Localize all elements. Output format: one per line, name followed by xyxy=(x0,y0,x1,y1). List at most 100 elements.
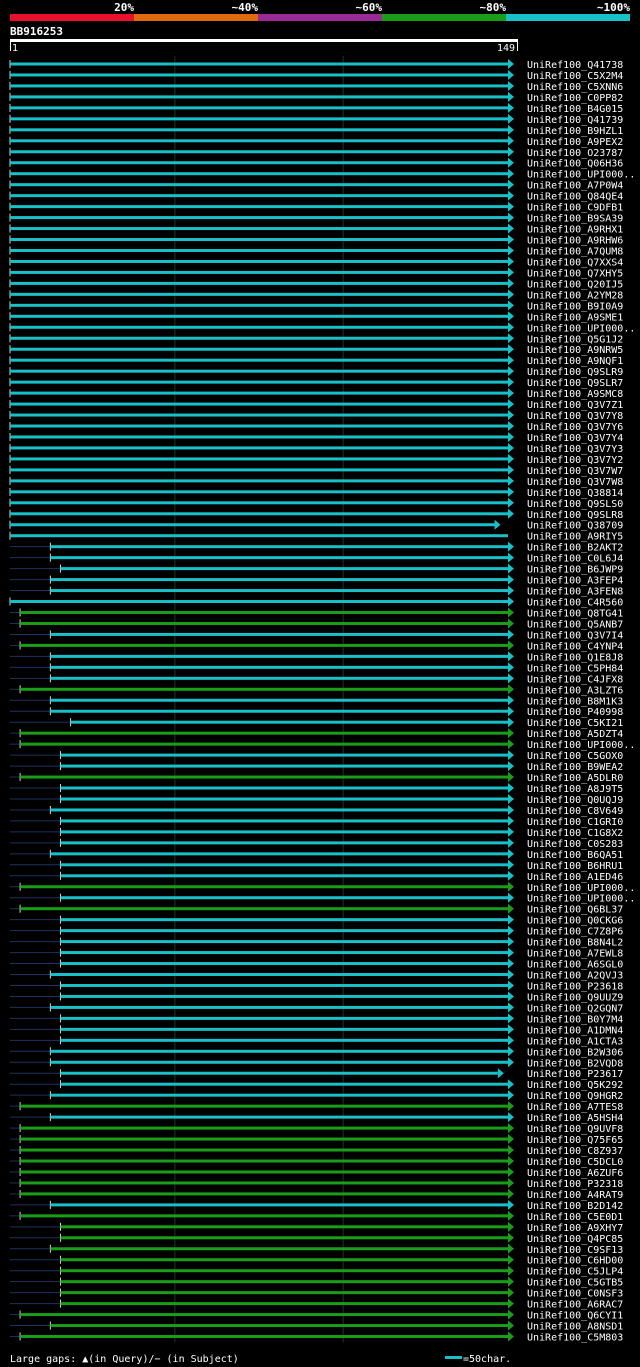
hit-row[interactable]: UniRef100_Q38814 xyxy=(9,486,623,499)
hit-label[interactable]: UniRef100_Q9HGR2 xyxy=(527,1091,623,1102)
hit-row[interactable]: UniRef100_Q75F65 xyxy=(10,1134,623,1146)
hit-label[interactable]: UniRef100_C8Z937 xyxy=(527,1146,623,1157)
hit-bar[interactable] xyxy=(20,1104,508,1108)
hit-row[interactable]: UniRef100_Q9SLS0 xyxy=(9,497,623,510)
hit-row[interactable]: UniRef100_Q3V7W7 xyxy=(9,464,623,477)
hit-row[interactable]: UniRef100_Q20IJ5 xyxy=(9,278,623,290)
hit-label[interactable]: UniRef100_Q0CKG6 xyxy=(527,916,623,927)
hit-label[interactable]: UniRef100_Q3V7Y4 xyxy=(527,433,623,444)
hit-bar[interactable] xyxy=(10,205,508,209)
hit-bar[interactable] xyxy=(10,479,508,483)
hit-label[interactable]: UniRef100_B6QA51 xyxy=(527,850,623,861)
hit-label[interactable]: UniRef100_C5GTB5 xyxy=(527,1278,623,1289)
hit-bar[interactable] xyxy=(20,1170,508,1174)
hit-bar[interactable] xyxy=(50,808,508,812)
hit-row[interactable]: UniRef100_A7P0W4 xyxy=(9,179,623,192)
hit-label[interactable]: UniRef100_A9SMC8 xyxy=(527,389,623,400)
hit-row[interactable]: UniRef100_UPI000.. xyxy=(10,739,635,751)
hit-row[interactable]: UniRef100_UPI000.. xyxy=(10,881,635,894)
hit-label[interactable]: UniRef100_A8J9T5 xyxy=(527,784,623,795)
hit-bar[interactable] xyxy=(50,556,508,560)
hit-label[interactable]: UniRef100_Q3V7I4 xyxy=(527,630,623,641)
hit-label[interactable]: UniRef100_P23618 xyxy=(527,981,623,992)
hit-row[interactable]: UniRef100_C5GOX0 xyxy=(10,750,623,762)
hit-row[interactable]: UniRef100_A9RIY5 xyxy=(9,531,623,543)
hit-label[interactable]: UniRef100_C0NSF3 xyxy=(527,1289,623,1300)
hit-bar[interactable] xyxy=(10,534,508,538)
hit-row[interactable]: UniRef100_C5JLP4 xyxy=(10,1265,623,1278)
hit-label[interactable]: UniRef100_A9RIY5 xyxy=(527,532,623,543)
hit-bar[interactable] xyxy=(60,1236,509,1240)
hit-label[interactable]: UniRef100_A6RAC7 xyxy=(527,1300,623,1311)
hit-row[interactable]: UniRef100_B2AKT2 xyxy=(10,541,623,554)
hit-bar[interactable] xyxy=(20,1313,508,1317)
hit-label[interactable]: UniRef100_A7P0W4 xyxy=(527,181,623,192)
hit-bar[interactable] xyxy=(10,369,508,373)
hit-row[interactable]: UniRef100_B8M1K3 xyxy=(10,695,623,707)
hit-bar[interactable] xyxy=(60,764,509,768)
hit-label[interactable]: UniRef100_Q3V7W8 xyxy=(527,477,623,488)
hit-row[interactable]: UniRef100_A3FEP4 xyxy=(10,574,623,587)
hit-label[interactable]: UniRef100_Q5K292 xyxy=(527,1080,623,1091)
hit-bar[interactable] xyxy=(60,962,509,966)
hit-bar[interactable] xyxy=(10,413,508,417)
hit-row[interactable]: UniRef100_A5DZT4 xyxy=(10,728,623,740)
hit-row[interactable]: UniRef100_C5X2M4 xyxy=(9,69,623,82)
hit-label[interactable]: UniRef100_Q41738 xyxy=(527,60,623,71)
hit-label[interactable]: UniRef100_C9DFB1 xyxy=(527,203,623,214)
hit-row[interactable]: UniRef100_Q0UQJ9 xyxy=(10,793,623,806)
hit-row[interactable]: UniRef100_Q5G1J2 xyxy=(9,333,623,345)
hit-bar[interactable] xyxy=(20,611,508,614)
hit-bar[interactable] xyxy=(60,951,509,955)
hit-row[interactable]: UniRef100_Q3V7Y3 xyxy=(9,442,623,455)
hit-bar[interactable] xyxy=(60,841,509,845)
hit-row[interactable]: UniRef100_A9SME1 xyxy=(9,311,623,323)
hit-label[interactable]: UniRef100_C5DCL0 xyxy=(527,1157,623,1168)
hit-bar[interactable] xyxy=(50,1049,508,1053)
hit-label[interactable]: UniRef100_B9HZL1 xyxy=(527,126,623,137)
hit-bar[interactable] xyxy=(50,1247,508,1251)
hit-label[interactable]: UniRef100_C5E0D1 xyxy=(527,1212,623,1223)
hit-label[interactable]: UniRef100_Q8TG41 xyxy=(527,609,623,620)
hit-label[interactable]: UniRef100_Q41739 xyxy=(527,115,623,126)
hit-bar[interactable] xyxy=(10,248,508,252)
hit-label[interactable]: UniRef100_A5DZT4 xyxy=(527,729,623,740)
hit-label[interactable]: UniRef100_Q38814 xyxy=(527,488,623,499)
hit-row[interactable]: UniRef100_UPI000.. xyxy=(9,168,635,181)
hit-bar[interactable] xyxy=(60,994,509,998)
hit-row[interactable]: UniRef100_Q3V7I4 xyxy=(10,629,623,641)
hit-bar[interactable] xyxy=(10,95,508,99)
hit-bar[interactable] xyxy=(10,347,508,351)
hit-label[interactable]: UniRef100_Q75F65 xyxy=(527,1135,623,1146)
hit-bar[interactable] xyxy=(10,172,508,176)
hit-label[interactable]: UniRef100_C4JFX8 xyxy=(527,674,623,685)
hit-label[interactable]: UniRef100_B8N4L2 xyxy=(527,938,623,949)
hit-label[interactable]: UniRef100_A3LZT6 xyxy=(527,685,623,696)
hit-row[interactable]: UniRef100_A7TES8 xyxy=(10,1101,623,1113)
hit-row[interactable]: UniRef100_C5E0D1 xyxy=(10,1210,623,1223)
hit-bar[interactable] xyxy=(10,150,508,154)
hit-row[interactable]: UniRef100_A4RAT9 xyxy=(10,1188,623,1201)
hit-bar[interactable] xyxy=(10,336,508,340)
hit-bar[interactable] xyxy=(50,698,508,702)
hit-label[interactable]: UniRef100_A4RAT9 xyxy=(527,1190,623,1201)
hit-bar[interactable] xyxy=(10,303,508,307)
hit-bar[interactable] xyxy=(60,874,509,878)
hit-bar[interactable] xyxy=(10,216,508,220)
hit-label[interactable]: UniRef100_Q20IJ5 xyxy=(527,279,623,290)
hit-bar[interactable] xyxy=(10,391,508,395)
hit-bar[interactable] xyxy=(20,1148,508,1152)
hit-row[interactable]: UniRef100_A5DLR0 xyxy=(10,772,623,784)
hit-bar[interactable] xyxy=(60,1280,509,1284)
hit-label[interactable]: UniRef100_P23617 xyxy=(527,1069,623,1080)
hit-bar[interactable] xyxy=(10,292,508,296)
hit-row[interactable]: UniRef100_A2QVJ3 xyxy=(10,969,623,982)
hit-label[interactable]: UniRef100_C5KI21 xyxy=(527,718,623,729)
hit-label[interactable]: UniRef100_Q3V7Z1 xyxy=(527,400,623,411)
hit-bar[interactable] xyxy=(10,512,508,516)
hit-label[interactable]: UniRef100_Q9UUZ9 xyxy=(527,992,623,1003)
hit-row[interactable]: UniRef100_Q0CKG6 xyxy=(10,914,623,927)
hit-bar[interactable] xyxy=(20,1137,508,1141)
hit-label[interactable]: UniRef100_Q38709 xyxy=(527,521,623,532)
hit-row[interactable]: UniRef100_A6ZUF6 xyxy=(10,1166,623,1179)
